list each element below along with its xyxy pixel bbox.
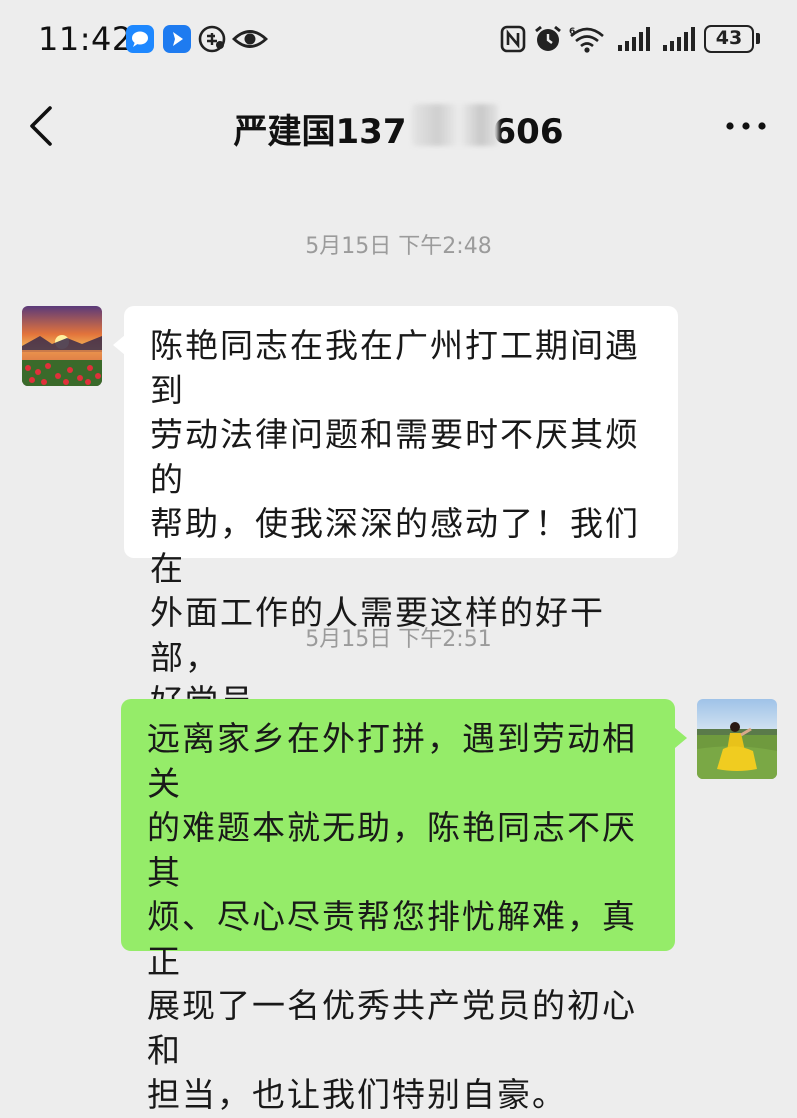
alarm-icon — [535, 25, 561, 51]
more-dots-icon[interactable] — [722, 110, 770, 142]
battery-tip — [756, 33, 760, 44]
message-timestamp: 5月15日 下午2:48 — [305, 234, 492, 259]
status-bar: 11:42 6 43 — [0, 0, 797, 80]
chat-title-name: 严建国137 — [233, 112, 407, 152]
message-line: 担当，也让我们特别自豪。 — [147, 1075, 567, 1114]
eye-icon — [232, 30, 268, 48]
sync-icon — [198, 25, 226, 53]
nfc-icon — [500, 25, 526, 53]
message-line: 劳动法律问题和需要时不厌其烦的 — [150, 415, 640, 499]
message-line: 陈艳同志在我在广州打工期间遇到 — [150, 326, 640, 410]
navigation-app-icon — [163, 25, 191, 53]
chat-title: 严建国137 606 — [0, 104, 797, 153]
bubble-tail — [675, 728, 687, 748]
chat-header: 严建国137 606 — [0, 80, 797, 172]
redaction-blur — [412, 104, 498, 146]
message-line: 烦、尽心尽责帮您排忧解难，真正 — [147, 897, 637, 981]
message-line: 展现了一名优秀共产党员的初心和 — [147, 986, 637, 1070]
signal-icon — [618, 27, 650, 51]
sunset-landscape-avatar[interactable] — [22, 306, 102, 386]
signal-icon — [663, 27, 695, 51]
battery-indicator: 43 — [704, 25, 754, 53]
status-time: 11:42 — [38, 20, 133, 58]
chat-title-suffix: 606 — [492, 112, 564, 152]
message-line: 帮助，使我深深的感动了！我们在 — [150, 504, 640, 588]
incoming-message-bubble[interactable]: 陈艳同志在我在广州打工期间遇到 劳动法律问题和需要时不厌其烦的 帮助，使我深深的… — [124, 306, 678, 721]
person-on-grass-avatar[interactable] — [697, 699, 777, 779]
messaging-app-icon — [126, 25, 154, 53]
outgoing-message-bubble[interactable]: 远离家乡在外打拼，遇到劳动相关 的难题本就无助，陈艳同志不厌其 烦、尽心尽责帮您… — [121, 699, 675, 1114]
wifi-6-icon: 6 — [569, 27, 604, 53]
svg-text:6: 6 — [569, 27, 575, 37]
message-timestamp: 5月15日 下午2:51 — [305, 627, 492, 652]
message-line: 远离家乡在外打拼，遇到劳动相关 — [147, 719, 637, 803]
message-line: 的难题本就无助，陈艳同志不厌其 — [147, 808, 637, 892]
